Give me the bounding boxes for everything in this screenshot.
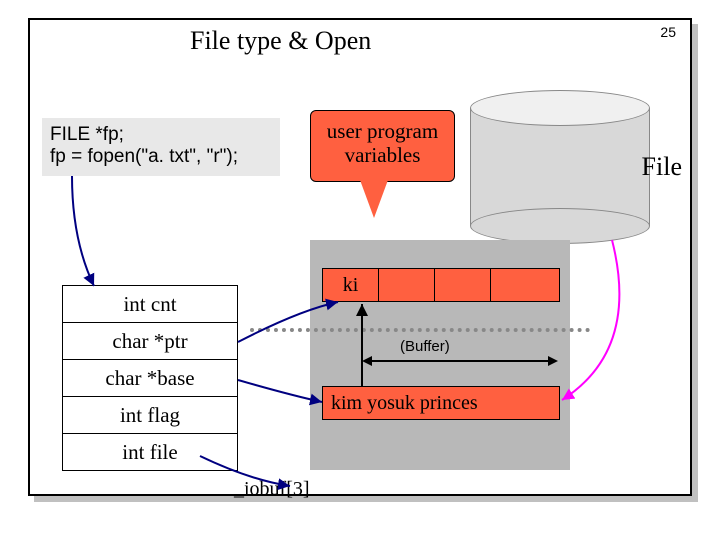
ki-cell-empty [491, 269, 553, 301]
struct-row-file: int file [62, 433, 238, 471]
callout-line-2: variables [311, 143, 454, 167]
ki-cell: ki [323, 269, 379, 301]
struct-row-base: char *base [62, 359, 238, 397]
page-number: 25 [660, 24, 676, 40]
callout-line-1: user program [311, 119, 454, 143]
code-line-2: fp = fopen("a. txt", "r"); [50, 146, 272, 168]
kim-row: kim yosuk princes [322, 386, 560, 420]
code-box: FILE *fp; fp = fopen("a. txt", "r"); [42, 118, 280, 176]
ki-cell-empty [435, 269, 491, 301]
ki-cell-empty [379, 269, 435, 301]
struct-row-flag: int flag [62, 396, 238, 434]
struct-row-ptr: char *ptr [62, 322, 238, 360]
iobuf-label: _iobuf[3] [234, 478, 310, 501]
struct-table: int cnt char *ptr char *base int flag in… [62, 286, 238, 471]
struct-row-cnt: int cnt [62, 285, 238, 323]
buffer-label: (Buffer) [400, 338, 450, 355]
file-label: File [642, 152, 682, 182]
code-line-1: FILE *fp; [50, 124, 272, 146]
callout-balloon: user program variables [310, 110, 455, 182]
ki-row: ki [322, 268, 560, 302]
disk-cylinder [470, 90, 650, 240]
dashed-line [250, 328, 590, 332]
slide-title: File type & Open [190, 26, 371, 56]
callout-tail [360, 180, 388, 218]
double-arrow-icon [370, 360, 550, 362]
